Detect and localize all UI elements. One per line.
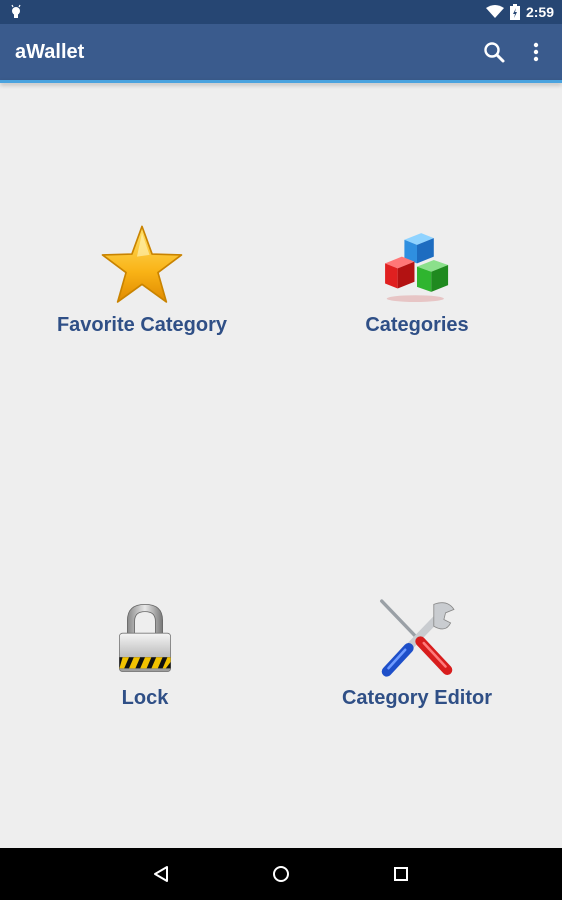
home-icon <box>273 866 289 882</box>
android-debug-icon <box>11 4 21 18</box>
status-time: 2:59 <box>525 4 554 20</box>
tile-favorite-category[interactable]: Favorite Category <box>22 220 262 370</box>
tile-label: Lock <box>121 687 169 709</box>
app-bar-accent-line <box>0 80 562 83</box>
tile-label: Favorite Category <box>56 314 228 336</box>
overflow-menu-icon <box>533 42 539 62</box>
search-button[interactable] <box>480 38 508 66</box>
navigation-bar <box>0 848 562 900</box>
recents-icon <box>394 867 408 881</box>
status-bar: 2:59 <box>0 0 562 24</box>
search-icon <box>484 42 505 63</box>
recents-button[interactable] <box>341 848 461 900</box>
wifi-icon <box>485 5 504 18</box>
star-icon <box>101 225 183 303</box>
padlock-icon <box>119 603 171 672</box>
tile-label: Category Editor <box>341 687 493 709</box>
tile-categories[interactable]: Categories <box>297 220 537 370</box>
app-bar: aWallet <box>0 24 562 80</box>
tile-label: Categories <box>365 314 469 336</box>
home-button[interactable] <box>221 848 341 900</box>
back-icon <box>154 866 168 882</box>
cubes-icon <box>385 233 449 302</box>
overflow-menu-button[interactable] <box>522 38 550 66</box>
tools-icon <box>380 599 455 677</box>
tile-lock[interactable]: Lock <box>25 593 265 743</box>
back-button[interactable] <box>101 848 221 900</box>
tile-category-editor[interactable]: Category Editor <box>297 593 537 743</box>
battery-icon <box>509 4 520 20</box>
app-title: aWallet <box>15 41 85 63</box>
